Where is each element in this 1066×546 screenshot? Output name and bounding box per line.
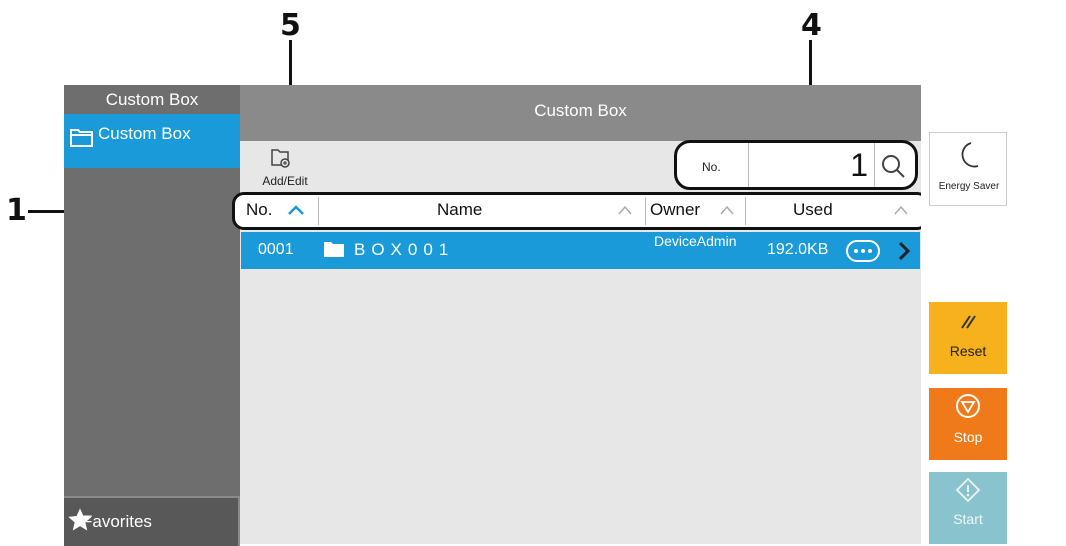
callout-4: 4 <box>801 8 822 43</box>
column-header-owner[interactable]: Owner <box>650 200 700 220</box>
favorites-label: Favorites <box>82 512 152 531</box>
row-used: 192.0KB <box>767 241 829 258</box>
search-number-label: No. <box>702 160 721 174</box>
row-owner: DeviceAdmin <box>654 233 737 249</box>
header-divider <box>645 197 646 225</box>
row-number: 0001 <box>258 241 294 258</box>
more-icon[interactable] <box>845 239 881 263</box>
stop-icon <box>956 394 980 418</box>
start-label: Start <box>953 511 983 527</box>
tab-custom-box-label: Custom Box <box>98 124 191 143</box>
reset-icon <box>961 315 976 329</box>
search-icon[interactable] <box>879 152 907 180</box>
reset-label: Reset <box>949 343 987 359</box>
folder-icon <box>324 242 344 257</box>
page-title: Custom Box <box>534 101 627 120</box>
callout-5: 5 <box>280 8 301 43</box>
column-header-used[interactable]: Used <box>793 200 833 220</box>
moon-icon <box>961 142 979 168</box>
search-number-input[interactable]: 1 <box>748 143 875 187</box>
sort-icon[interactable] <box>893 204 909 216</box>
column-header-no[interactable]: No. <box>246 200 272 220</box>
start-icon <box>955 477 981 503</box>
column-header-name[interactable]: Name <box>437 200 482 220</box>
add-edit-label: Add/Edit <box>262 174 308 188</box>
header-divider <box>318 197 319 225</box>
row-name: BOX001 <box>354 240 455 259</box>
stop-label: Stop <box>953 429 983 445</box>
left-panel-title: Custom Box <box>105 90 199 109</box>
sort-icon[interactable] <box>719 204 735 216</box>
energy-saver-label: Energy Saver <box>938 181 1000 192</box>
sort-up-icon[interactable] <box>287 203 305 217</box>
chevron-right-icon[interactable] <box>896 240 912 262</box>
callout-1: 1 <box>6 193 27 228</box>
folder-icon <box>70 129 93 147</box>
add-folder-icon <box>271 149 290 168</box>
header-divider <box>745 197 746 225</box>
sort-icon[interactable] <box>617 204 633 216</box>
